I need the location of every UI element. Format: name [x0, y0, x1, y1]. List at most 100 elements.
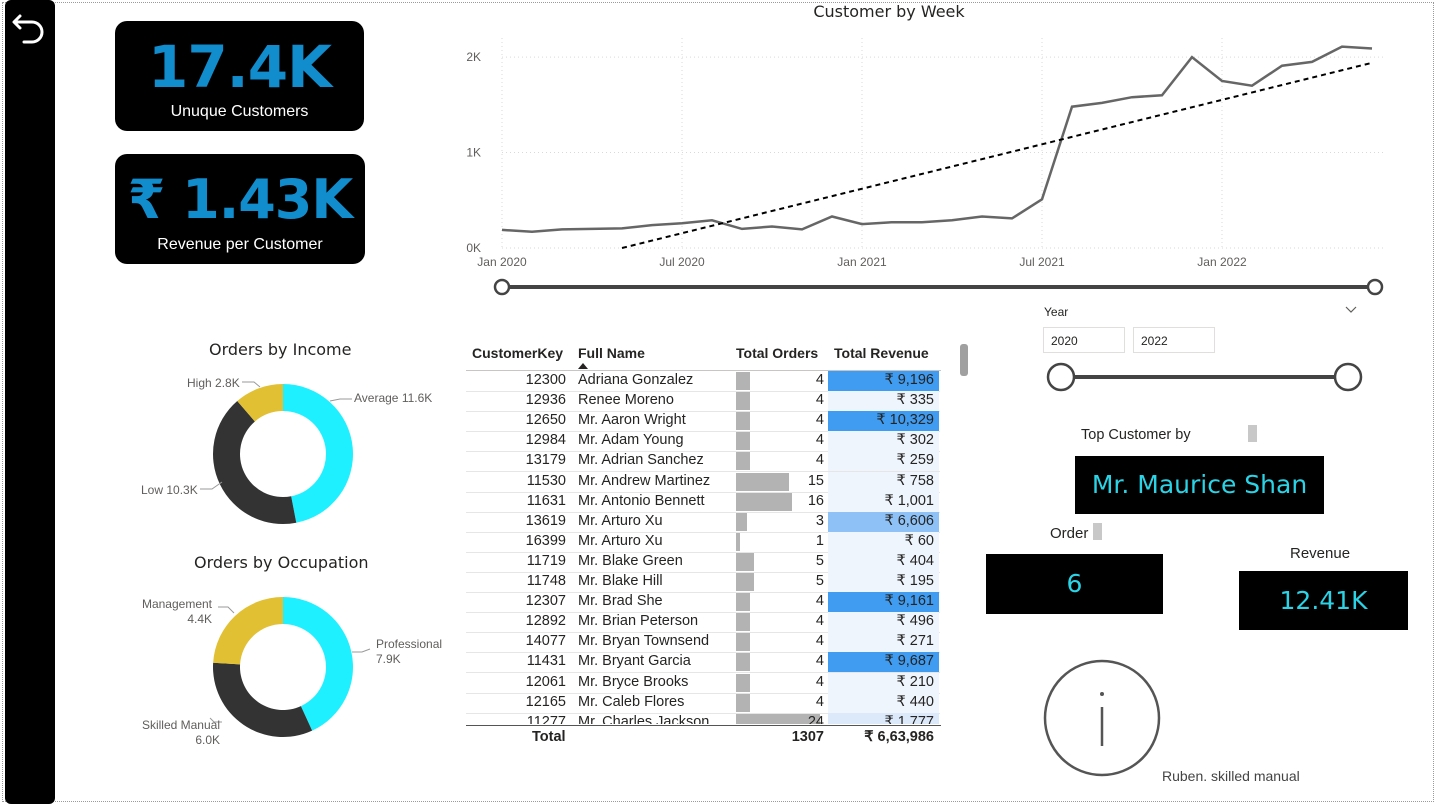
table-row[interactable]: 12650 Mr. Aaron Wright 4 ₹ 10,329 — [466, 411, 940, 433]
full-name-cell: Mr. Bryce Brooks — [578, 673, 689, 690]
sort-ascending-icon — [578, 363, 588, 369]
slice-label: 4.4K — [187, 612, 212, 626]
col-header-total-orders[interactable]: Total Orders — [736, 345, 818, 361]
total-revenue-cell: ₹ 404 — [896, 552, 934, 569]
leader-line — [242, 381, 261, 388]
total-revenue-cell: ₹ 9,196 — [884, 372, 934, 388]
slice-label: Management — [142, 597, 213, 611]
table-row[interactable]: 12984 Mr. Adam Young 4 ₹ 302 — [466, 431, 940, 453]
table-row[interactable]: 11530 Mr. Andrew Martinez 15 ₹ 758 — [466, 471, 940, 493]
customer-key-cell: 11631 — [526, 492, 566, 509]
customer-key-cell: 12300 — [525, 372, 566, 388]
slice-label: Average 11.6K — [354, 391, 432, 405]
revenue-value: 12.41K — [1239, 571, 1408, 630]
chevron-down-icon[interactable] — [1344, 305, 1358, 315]
total-revenue-cell: ₹ 60 — [904, 532, 934, 549]
full-name-cell: Mr. Bryant Garcia — [578, 653, 691, 670]
total-orders-cell: 3 — [815, 512, 824, 529]
table-row[interactable]: 16399 Mr. Arturo Xu 1 ₹ 60 — [466, 531, 940, 553]
table-row[interactable]: 14077 Mr. Bryan Townsend 4 ₹ 271 — [466, 632, 940, 654]
full-name-cell: Adriana Gonzalez — [578, 372, 694, 388]
orders-by-income-title: Orders by Income — [209, 340, 352, 359]
year-range-slider[interactable] — [1040, 360, 1370, 396]
unique-customers-value: 17.4K — [147, 33, 332, 101]
customer-key-cell: 11530 — [526, 472, 566, 489]
full-name-cell: Mr. Blake Green — [578, 552, 683, 569]
orders-by-income-chart[interactable]: Average 11.6K Low 10.3K High 2.8K — [130, 365, 450, 535]
customer-key-cell: 14077 — [525, 633, 566, 650]
total-revenue: ₹ 6,63,986 — [864, 729, 934, 745]
table-row[interactable]: 11277 Mr. Charles Jackson 24 ₹ 1,777 — [466, 712, 940, 724]
trend-line — [621, 61, 1373, 249]
table-row[interactable]: 12892 Mr. Brian Peterson 4 ₹ 496 — [466, 612, 940, 634]
table-row[interactable]: 11748 Mr. Blake Hill 5 ₹ 195 — [466, 572, 940, 593]
order-selector[interactable] — [1093, 523, 1102, 540]
x-tick-label: Jul 2020 — [659, 255, 705, 269]
total-orders: 1307 — [791, 729, 824, 745]
customer-key-cell: 13179 — [525, 452, 566, 469]
date-range-start-handle[interactable] — [493, 278, 511, 296]
table-row[interactable]: 12307 Mr. Brad She 4 ₹ 9,161 — [466, 592, 940, 614]
order-label: Order — [1050, 525, 1089, 542]
total-revenue-cell: ₹ 9,161 — [884, 593, 934, 610]
customer-key-cell: 12650 — [525, 412, 566, 429]
table-row[interactable]: 12300 Adriana Gonzalez 4 ₹ 9,196 — [466, 371, 940, 392]
date-range-end-handle[interactable] — [1366, 278, 1384, 296]
full-name-cell: Mr. Bryan Townsend — [578, 633, 710, 650]
table-body: 12300 Adriana Gonzalez 4 ₹ 9,196 12936 Renee … — [466, 371, 941, 724]
total-orders-cell: 5 — [815, 573, 824, 589]
y-tick-label: 0K — [466, 241, 481, 255]
year-slider-start-handle[interactable] — [1046, 362, 1076, 392]
col-header-customer-key[interactable]: CustomerKey — [472, 345, 563, 361]
table-row[interactable]: 13179 Mr. Adrian Sanchez 4 ₹ 259 — [466, 451, 940, 473]
customers-line[interactable] — [501, 45, 1373, 234]
year-slider-end-handle[interactable] — [1333, 362, 1363, 392]
orders-by-occupation-chart[interactable]: Professional7.9K Skilled Manual6.0K Manage… — [130, 585, 450, 755]
leader-line — [218, 606, 235, 614]
customer-key-cell: 12061 — [525, 673, 566, 690]
slice-skilled-manual[interactable] — [213, 662, 313, 737]
total-orders-cell: 4 — [815, 593, 824, 610]
back-arrow-icon[interactable] — [10, 6, 50, 46]
chart-title: Customer by Week — [813, 2, 965, 21]
table-row[interactable]: 12165 Mr. Caleb Flores 4 ₹ 440 — [466, 692, 940, 714]
leader-line — [352, 648, 371, 653]
full-name-cell: Mr. Aaron Wright — [578, 412, 686, 429]
total-orders-cell: 16 — [807, 492, 824, 509]
full-name-cell: Mr. Andrew Martinez — [578, 472, 711, 489]
info-icon[interactable] — [1041, 657, 1163, 779]
table-row[interactable]: 13619 Mr. Arturo Xu 3 ₹ 6,606 — [466, 511, 940, 533]
table-scrollbar[interactable] — [960, 344, 968, 376]
full-name-cell: Mr. Charles Jackson — [578, 713, 710, 724]
table-row[interactable]: 12936 Renee Moreno 4 ₹ 335 — [466, 391, 940, 413]
total-orders-cell: 15 — [807, 472, 824, 489]
col-header-full-name[interactable]: Full Name — [578, 345, 645, 361]
col-header-total-revenue[interactable]: Total Revenue — [834, 345, 929, 361]
table-row[interactable]: 11719 Mr. Blake Green 5 ₹ 404 — [466, 551, 940, 573]
slice-average[interactable] — [283, 384, 354, 523]
table-row[interactable]: 11631 Mr. Antonio Bennett 16 ₹ 1,001 — [466, 491, 940, 513]
x-tick-label: Jul 2021 — [1019, 255, 1065, 269]
customer-key-cell: 12984 — [525, 432, 566, 449]
slice-label: Low 10.3K — [141, 483, 198, 497]
customer-by-week-chart[interactable]: Customer by Week 0K 1K 2K Jan 2020 Jul 2020… — [445, 0, 1420, 300]
top-customer-name: Mr. Maurice Shan — [1075, 456, 1324, 514]
table-row[interactable]: 11431 Mr. Bryant Garcia 4 ₹ 9,687 — [466, 652, 940, 674]
full-name-cell: Mr. Adam Young — [578, 432, 684, 449]
year-from-input[interactable]: 2020 — [1043, 327, 1125, 353]
customer-key-cell: 16399 — [525, 532, 566, 549]
y-tick-label: 1K — [466, 146, 481, 160]
total-revenue-cell: ₹ 10,329 — [876, 412, 934, 429]
top-customer-selector[interactable] — [1248, 425, 1257, 442]
table-header: CustomerKey Full Name Total Orders Total… — [466, 340, 941, 371]
total-revenue-cell: ₹ 9,687 — [884, 653, 934, 670]
year-to-input[interactable]: 2022 — [1133, 327, 1215, 353]
total-orders-cell: 1 — [815, 532, 824, 549]
slice-label: 6.0K — [195, 733, 220, 747]
customer-key-cell: 12936 — [525, 392, 566, 409]
total-orders-cell: 4 — [815, 372, 824, 388]
customer-table[interactable]: CustomerKey Full Name Total Orders Total… — [466, 340, 941, 750]
total-revenue-cell: ₹ 6,606 — [884, 512, 934, 529]
x-tick-label: Jan 2021 — [837, 255, 887, 269]
table-row[interactable]: 12061 Mr. Bryce Brooks 4 ₹ 210 — [466, 672, 940, 694]
